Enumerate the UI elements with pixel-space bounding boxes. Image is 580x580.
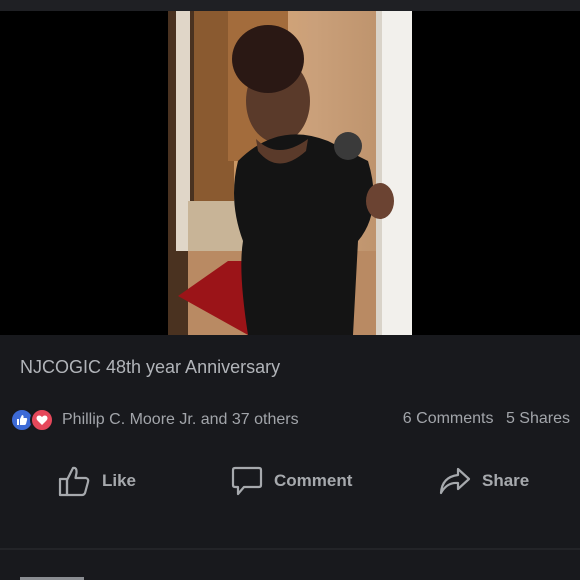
post-media[interactable]	[0, 11, 580, 335]
comment-label: Comment	[274, 471, 353, 490]
reactions-text: Phillip C. Moore Jr. and 37 others	[62, 411, 299, 428]
share-button[interactable]: Share	[438, 458, 529, 504]
post-caption: NJCOGIC 48th year Anniversary	[20, 357, 281, 377]
comment-button[interactable]: Comment	[230, 458, 352, 504]
post-photo[interactable]	[168, 11, 412, 335]
like-icon	[58, 466, 90, 497]
shares-count[interactable]: 5 Shares	[506, 410, 570, 427]
engagement-counts[interactable]: 6 Comments 5 Shares	[403, 410, 570, 428]
like-label: Like	[102, 471, 137, 490]
reactions-summary[interactable]: Phillip C. Moore Jr. and 37 others	[10, 407, 299, 433]
post-actions: Like Comment Share	[0, 458, 580, 504]
share-icon	[439, 467, 471, 495]
comment-icon	[231, 466, 263, 496]
top-bar	[0, 0, 580, 11]
next-post-area	[0, 550, 580, 580]
like-button[interactable]: Like	[58, 458, 136, 504]
comments-count[interactable]: 6 Comments	[403, 410, 494, 427]
love-reaction-icon	[30, 408, 54, 432]
share-label: Share	[482, 471, 530, 490]
